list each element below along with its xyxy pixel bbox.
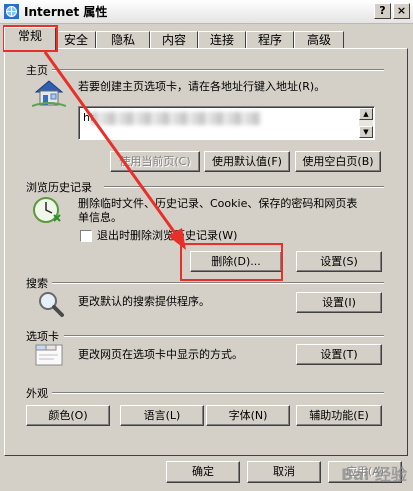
home-description: 若要创建主页选项卡，请在各地址行键入地址(R)。 <box>78 80 326 93</box>
search-group-divider <box>52 282 384 284</box>
history-group-divider <box>104 186 384 188</box>
watermark: Bai 经验 <box>340 465 407 484</box>
tabs-group-divider <box>64 335 384 337</box>
history-settings-button[interactable]: 设置(S) <box>296 251 382 272</box>
search-group-label: 搜索 <box>26 277 48 290</box>
annotation-box-delete-button <box>180 243 283 281</box>
home-url-field[interactable]: ht ▲ ▼ <box>78 106 375 140</box>
home-group-label: 主页 <box>26 64 48 77</box>
colors-button[interactable]: 颜色(O) <box>26 405 110 426</box>
scroll-down-icon[interactable]: ▼ <box>359 126 373 138</box>
use-blank-button[interactable]: 使用空白页(B) <box>295 151 381 172</box>
url-scrollbar[interactable]: ▲ ▼ <box>359 108 373 138</box>
help-button[interactable]: ? <box>374 3 391 19</box>
house-icon <box>32 80 66 107</box>
history-description: 删除临时文件、历史记录、Cookie、保存的密码和网页表单信息。 <box>78 197 358 224</box>
internet-globe-icon <box>4 4 19 19</box>
tabs-description: 更改网页在选项卡中显示的方式。 <box>78 348 243 361</box>
accessibility-button[interactable]: 辅助功能(E) <box>296 405 382 426</box>
internet-options-dialog: Internet 属性 ? × 常规 安全 隐私 内容 连接 程序 高级 主页 … <box>0 0 413 491</box>
use-current-button[interactable]: 使用当前页(C) <box>110 151 200 172</box>
tabs-window-icon <box>35 344 63 366</box>
use-default-button[interactable]: 使用默认值(F) <box>204 151 290 172</box>
appearance-group-label: 外观 <box>26 387 48 400</box>
languages-button[interactable]: 语言(L) <box>120 405 204 426</box>
fonts-button[interactable]: 字体(N) <box>206 405 290 426</box>
delete-on-exit-checkbox[interactable] <box>80 230 92 242</box>
tabs-settings-button[interactable]: 设置(T) <box>296 344 382 365</box>
home-group-divider <box>52 69 384 71</box>
tab-general[interactable]: 常规 <box>4 27 56 50</box>
scroll-up-icon[interactable]: ▲ <box>359 108 373 120</box>
search-description: 更改默认的搜索提供程序。 <box>78 295 210 308</box>
cancel-button[interactable]: 取消 <box>247 461 321 483</box>
title-bar[interactable]: Internet 属性 ? × <box>0 0 413 24</box>
appearance-group-divider <box>52 392 384 394</box>
window-title: Internet 属性 <box>24 5 108 19</box>
search-settings-button[interactable]: 设置(I) <box>296 292 382 313</box>
delete-on-exit-label: 退出时删除浏览历史记录(W) <box>97 229 238 242</box>
history-group-label: 浏览历史记录 <box>26 181 92 194</box>
magnifier-icon <box>39 292 64 317</box>
ok-button[interactable]: 确定 <box>166 461 240 483</box>
blurred-url-text <box>91 112 261 125</box>
history-clock-icon <box>33 197 61 223</box>
close-button[interactable]: × <box>393 3 410 19</box>
